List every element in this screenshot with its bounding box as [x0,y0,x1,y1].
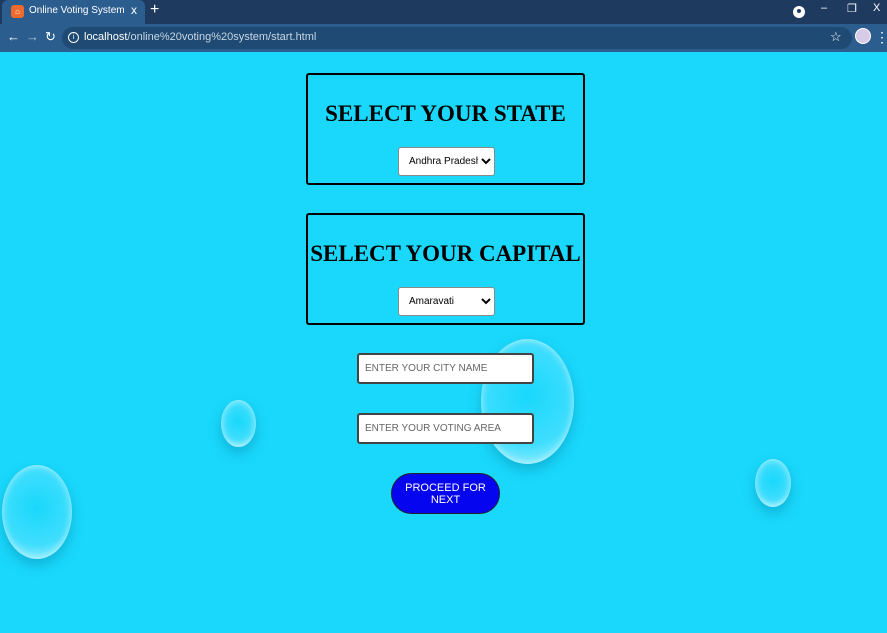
maximize-icon[interactable]: ❐ [847,2,857,15]
voting-area-input[interactable] [357,413,534,444]
bubble-decoration [2,465,72,559]
url-text: localhost/online%20voting%20system/start… [84,31,316,43]
state-section: SELECT YOUR STATE Andhra Pradesh [306,73,585,185]
star-icon[interactable]: ☆ [830,29,842,45]
address-bar[interactable]: i localhost/online%20voting%20system/sta… [62,27,852,49]
url-path: /online%20voting%20system/start.html [127,31,317,43]
favicon-icon: ⌂ [11,5,24,18]
profile-icon[interactable] [793,6,805,18]
forward-arrow-icon[interactable]: → [26,29,39,44]
url-host: localhost [84,31,128,43]
reload-icon[interactable]: ↻ [45,29,56,45]
browser-tab-bar: ⌂ Online Voting System x + – ❐ X [0,0,887,24]
state-heading: SELECT YOUR STATE [325,101,566,126]
browser-toolbar: ← → ↻ i localhost/online%20voting%20syst… [0,24,887,52]
capital-select[interactable]: Amaravati [398,287,495,316]
capital-section: SELECT YOUR CAPITAL Amaravati [306,213,585,325]
state-select[interactable]: Andhra Pradesh [398,147,495,176]
window-close-icon[interactable]: X [873,2,880,14]
close-icon[interactable]: x [131,3,137,17]
tab-title: Online Voting System [29,5,125,16]
back-arrow-icon[interactable]: ← [7,29,20,44]
info-icon[interactable]: i [68,32,79,43]
city-name-input[interactable] [357,353,534,384]
bubble-decoration [755,459,791,507]
bubble-decoration [221,400,256,447]
capital-heading: SELECT YOUR CAPITAL [310,241,581,266]
proceed-button[interactable]: PROCEED FOR NEXT [391,473,500,514]
menu-icon[interactable]: ⋮ [875,27,887,47]
avatar[interactable] [855,28,871,44]
plus-icon[interactable]: + [150,1,159,19]
browser-tab[interactable]: ⌂ Online Voting System x [2,0,145,24]
page-content: SELECT YOUR STATE Andhra Pradesh SELECT … [0,52,887,633]
minimize-icon[interactable]: – [821,2,827,14]
